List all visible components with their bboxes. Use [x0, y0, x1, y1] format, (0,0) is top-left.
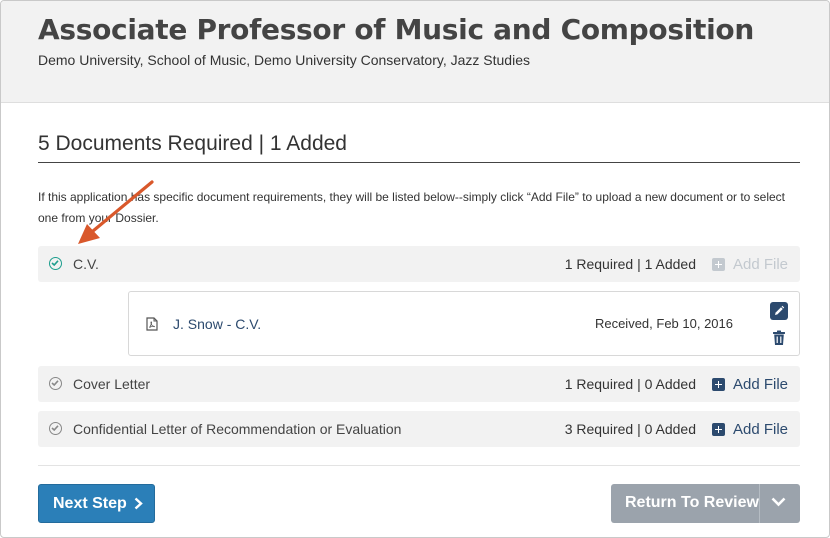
return-to-review-label: Return To Review [625, 494, 759, 511]
document-name: Confidential Letter of Recommendation or… [73, 421, 402, 437]
add-file-label: Add File [732, 255, 788, 273]
next-step-label: Next Step [53, 494, 127, 512]
documents-intro: If this application has specific documen… [38, 190, 786, 225]
documents-heading: 5 Documents Required | 1 Added [38, 132, 347, 155]
add-file-button-recommendation[interactable]: Add File [711, 419, 788, 439]
pdf-file-icon [146, 317, 158, 336]
job-header: Associate Professor of Music and Composi… [1, 1, 829, 103]
trash-icon[interactable] [772, 330, 786, 351]
document-name: C.V. [73, 256, 99, 272]
pencil-icon[interactable] [770, 302, 788, 320]
document-count: 1 Required | 1 Added [564, 256, 696, 272]
document-row-recommendation: Confidential Letter of Recommendation or… [38, 411, 800, 447]
job-subtitle: Demo University, School of Music, Demo U… [38, 52, 530, 68]
plus-square-icon [711, 377, 725, 391]
add-file-label: Add File [732, 375, 788, 393]
chevron-down-icon[interactable] [771, 497, 786, 507]
footer-divider [38, 465, 800, 466]
document-row-cv: C.V. 1 Required | 1 Added Add File [38, 246, 800, 282]
check-circle-icon [49, 257, 62, 270]
received-date: Received, Feb 10, 2016 [594, 316, 733, 331]
cv-file-link[interactable]: J. Snow - C.V. [173, 316, 261, 332]
heading-divider [38, 162, 800, 163]
document-count: 3 Required | 0 Added [564, 421, 696, 437]
check-circle-icon [49, 377, 62, 390]
button-divider [759, 484, 760, 523]
plus-square-icon [711, 422, 725, 436]
attached-file-card: J. Snow - C.V. Received, Feb 10, 2016 [128, 291, 800, 356]
add-file-label: Add File [732, 420, 788, 438]
next-step-button[interactable]: Next Step [38, 484, 155, 523]
chevron-right-icon [134, 497, 143, 510]
application-panel: Associate Professor of Music and Composi… [0, 0, 830, 538]
document-name: Cover Letter [73, 376, 151, 392]
document-count: 1 Required | 0 Added [564, 376, 696, 392]
return-to-review-button[interactable]: Return To Review [611, 484, 800, 523]
add-file-button-cv[interactable]: Add File [711, 254, 788, 274]
check-circle-icon [49, 422, 62, 435]
add-file-button-cover-letter[interactable]: Add File [711, 374, 788, 394]
job-title: Associate Professor of Music and Composi… [38, 13, 754, 46]
document-row-cover-letter: Cover Letter 1 Required | 0 Added Add Fi… [38, 366, 800, 402]
plus-square-icon [711, 257, 725, 271]
